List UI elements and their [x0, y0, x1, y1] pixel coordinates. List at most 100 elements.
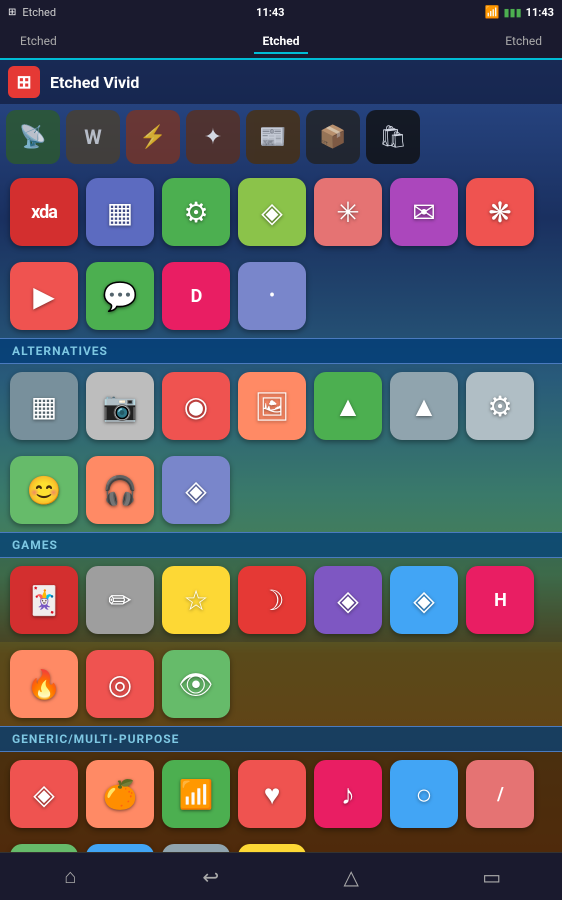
app-icon-star1[interactable]: ✳ [314, 178, 382, 246]
app-icon-d[interactable]: D [162, 262, 230, 330]
fruit-symbol: 🍊 [103, 778, 138, 811]
app-icon-xda[interactable]: xda [10, 178, 78, 246]
nav-home-btn[interactable]: ⌂ [40, 857, 100, 897]
youtube-symbol: ▶ [33, 280, 55, 313]
slash-label: / [497, 784, 503, 805]
header-title: Etched Vivid [50, 73, 139, 92]
card-symbol: 🃏 [27, 584, 62, 617]
top-icon-6-symbol: 🛍 [379, 125, 407, 150]
generic-icon-row-2: 🌿 ↺ ◆ ★ [0, 836, 562, 852]
top-icon-2[interactable]: ⚡ [126, 110, 180, 164]
h-label: H [494, 590, 506, 611]
app-icon-drive2[interactable]: ▲ [390, 372, 458, 440]
icon-row-2: ▶ 💬 D ᛫ [0, 254, 562, 338]
status-bar-left: ⊞ Etched [8, 6, 56, 19]
status-app-label: Etched [22, 6, 56, 19]
status-time: 11:43 [256, 6, 284, 19]
app-icon-android[interactable]: ⚙ [162, 178, 230, 246]
alt-icon-row-2: 😊 🎧 ◈ [0, 448, 562, 532]
status-bar-right: 📶 ▮▮▮ 11:43 [485, 5, 554, 19]
nav-recent-btn[interactable]: ▭ [462, 857, 522, 897]
app-icon-camera[interactable]: 📷 [86, 372, 154, 440]
photos-symbol: 🖼 [254, 390, 290, 423]
games-icon-row-2: 🔥 ◎ 👁 [0, 642, 562, 726]
app-icon-card[interactable]: 🃏 [10, 566, 78, 634]
app-icon-music[interactable]: ♪ [314, 760, 382, 828]
settings-symbol: ⚙ [487, 390, 512, 423]
etched-vivid-icon[interactable]: ⊞ [8, 66, 40, 98]
status-bar: ⊞ Etched 11:43 📶 ▮▮▮ 11:43 [0, 0, 562, 24]
app-icon-mail[interactable]: ✉ [390, 178, 458, 246]
star1-symbol: ✳ [336, 196, 359, 229]
app-icon-eye[interactable]: 👁 [162, 650, 230, 718]
battery-icon: ▮▮▮ [503, 6, 521, 19]
d-label: D [191, 286, 202, 307]
nav-back-btn[interactable]: ↩ [181, 857, 241, 897]
app-icon-box2[interactable]: ◈ [10, 760, 78, 828]
app-icon-circle2[interactable]: ○ [390, 760, 458, 828]
heart-symbol: ♥ [264, 778, 281, 811]
main-content: ⊞ Etched Vivid 📡 W ⚡ ✦ 📰 📦 🛍 xda [0, 60, 562, 852]
app-icon-chrome[interactable]: ◉ [162, 372, 230, 440]
drive1-symbol: ▲ [334, 390, 362, 423]
tab-etched-center[interactable]: Etched [254, 30, 307, 54]
app-icon-heart[interactable]: ♥ [238, 760, 306, 828]
app-icon-h[interactable]: H [466, 566, 534, 634]
app-icon-headphones[interactable]: 🎧 [86, 456, 154, 524]
app-icon-cube[interactable]: ◈ [238, 178, 306, 246]
app-icon-photos[interactable]: 🖼 [238, 372, 306, 440]
app-icon-wifi[interactable]: 📶 [162, 760, 230, 828]
app-icon-slash[interactable]: / [466, 760, 534, 828]
app-icon-cube2[interactable]: ◈ [314, 566, 382, 634]
app-icon-moon[interactable]: ☽ [238, 566, 306, 634]
icon-row-1: xda ▦ ⚙ ◈ ✳ ✉ ❋ [0, 170, 562, 254]
app-icon-bluetooth[interactable]: ᛫ [238, 262, 306, 330]
app-icon-leaf[interactable]: 🌿 [10, 844, 78, 852]
top-icon-0[interactable]: 📡 [6, 110, 60, 164]
top-icon-5[interactable]: 📦 [306, 110, 360, 164]
wifi2-symbol: 📶 [179, 778, 214, 811]
top-icon-1[interactable]: W [66, 110, 120, 164]
app-icon-grid[interactable]: ▦ [86, 178, 154, 246]
app-icon-fire[interactable]: 🔥 [10, 650, 78, 718]
top-icon-4[interactable]: 📰 [246, 110, 300, 164]
top-icon-2-symbol: ⚡ [139, 125, 166, 150]
app-icon-star2[interactable]: ☆ [162, 566, 230, 634]
top-icon-3[interactable]: ✦ [186, 110, 240, 164]
pencil-symbol: ✏ [108, 584, 131, 617]
nav-home-icon: ⌂ [64, 864, 76, 889]
generic-icon-row-1: ◈ 🍊 📶 ♥ ♪ ○ / [0, 752, 562, 836]
eye-symbol: 👁 [178, 668, 214, 701]
app-icon-pencil[interactable]: ✏ [86, 566, 154, 634]
star2-symbol: ☆ [183, 584, 208, 617]
app-icon-refresh[interactable]: ↺ [86, 844, 154, 852]
tab-etched-left[interactable]: Etched [12, 30, 65, 52]
app-icon-fruit[interactable]: 🍊 [86, 760, 154, 828]
app-icon-emoji[interactable]: 😊 [10, 456, 78, 524]
app-icon-settings[interactable]: ⚙ [466, 372, 534, 440]
app-icon-diamond[interactable]: ◆ [162, 844, 230, 852]
box-symbol: ◈ [185, 474, 207, 507]
app-icon-box[interactable]: ◈ [162, 456, 230, 524]
quadrant-symbol: ▦ [31, 390, 57, 423]
app-icon-youtube[interactable]: ▶ [10, 262, 78, 330]
app-icon-cube3[interactable]: ◈ [390, 566, 458, 634]
nav-up-btn[interactable]: △ [321, 857, 381, 897]
emoji-symbol: 😊 [27, 474, 62, 507]
games-icon-row-1: 🃏 ✏ ☆ ☽ ◈ ◈ H [0, 558, 562, 642]
tab-etched-right[interactable]: Etched [497, 30, 550, 52]
bottom-nav: ⌂ ↩ △ ▭ [0, 852, 562, 900]
app-icon-circle[interactable]: ◎ [86, 650, 154, 718]
app-icon-flower[interactable]: ❋ [466, 178, 534, 246]
tab-bar: Etched Etched Etched [0, 24, 562, 60]
app-icon-whatsapp[interactable]: 💬 [86, 262, 154, 330]
app-icon-quadrant[interactable]: ▦ [10, 372, 78, 440]
mail-symbol: ✉ [412, 196, 435, 229]
top-icon-6[interactable]: 🛍 [366, 110, 420, 164]
flower-symbol: ❋ [488, 196, 511, 229]
android-icon-symbol: ⚙ [183, 196, 208, 229]
app-icon-drive1[interactable]: ▲ [314, 372, 382, 440]
app-icon-star3[interactable]: ★ [238, 844, 306, 852]
circle2-symbol: ○ [416, 778, 433, 811]
top-icon-3-symbol: ✦ [204, 125, 222, 150]
